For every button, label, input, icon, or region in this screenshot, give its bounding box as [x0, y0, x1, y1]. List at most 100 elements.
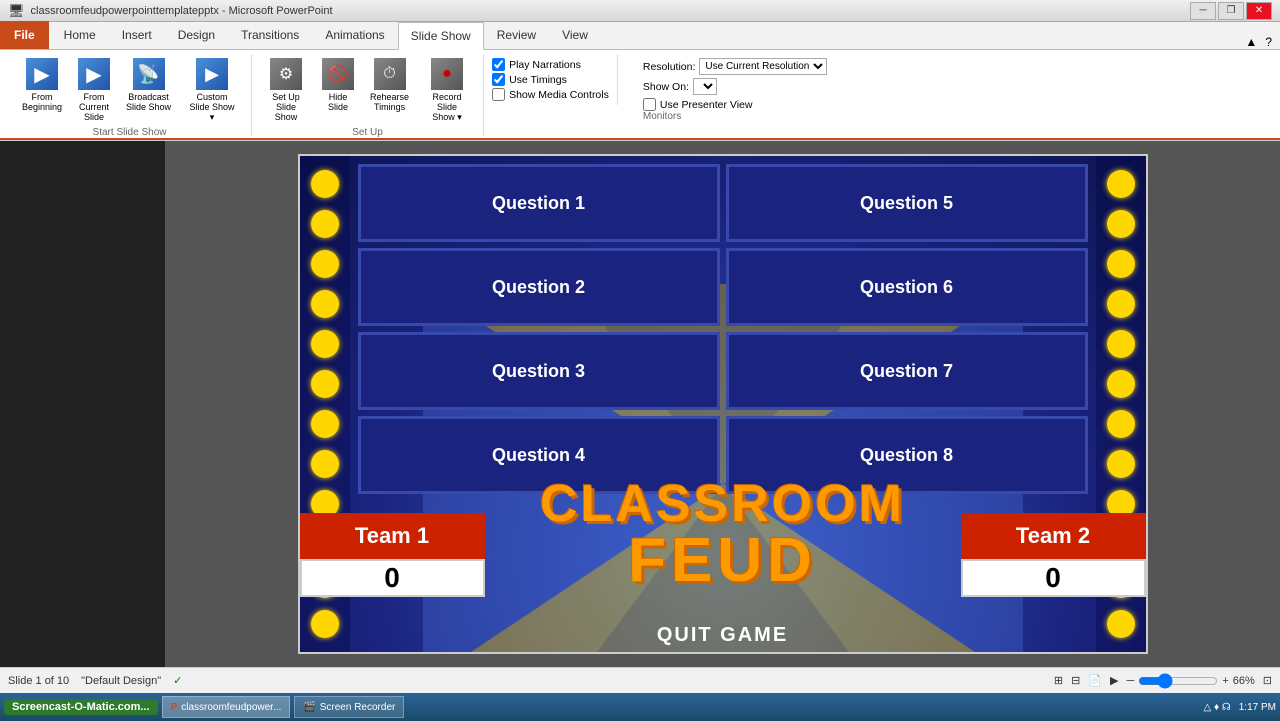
dot [311, 610, 339, 638]
monitors-group: Resolution: Use Current Resolution Show … [635, 54, 836, 126]
dot [1107, 290, 1135, 318]
dot [1107, 610, 1135, 638]
playback-options-group: Play Narrations Use Timings Show Media C… [484, 54, 618, 105]
title-bar-controls: ─ ❐ ✕ [1190, 2, 1272, 20]
view-slideshow-btn[interactable]: ▶ [1110, 674, 1118, 687]
custom-slide-show-button[interactable]: ▶ CustomSlide Show ▾ [181, 56, 243, 125]
taskbar: Screencast-O-Matic.com... P classroomfeu… [0, 693, 1280, 721]
show-media-controls-option[interactable]: Show Media Controls [492, 88, 609, 101]
dot [311, 450, 339, 478]
team1-box: Team 1 0 [300, 513, 485, 597]
tab-slide-show[interactable]: Slide Show [398, 22, 484, 50]
view-slide-sorter-btn[interactable]: ⊟ [1071, 674, 1080, 687]
status-bar-right: ⊞ ⊟ 📄 ▶ ─ + 66% ⊡ [1054, 673, 1272, 689]
from-beginning-button[interactable]: ▶ FromBeginning [16, 56, 68, 114]
minimize-ribbon-btn[interactable]: ▲ [1245, 35, 1257, 49]
question-6-button[interactable]: Question 6 [726, 248, 1088, 326]
tab-animations[interactable]: Animations [312, 21, 397, 49]
tab-file[interactable]: File [0, 21, 49, 49]
recorder-icon: 🎬 [303, 702, 315, 713]
play-narrations-checkbox[interactable] [492, 58, 505, 71]
dot [1107, 170, 1135, 198]
dot [1107, 410, 1135, 438]
tab-home[interactable]: Home [51, 21, 109, 49]
dot [311, 210, 339, 238]
status-bar: Slide 1 of 10 "Default Design" ✓ ⊞ ⊟ 📄 ▶… [0, 667, 1280, 693]
play-narrations-option[interactable]: Play Narrations [492, 58, 609, 71]
powerpoint-taskbar-item[interactable]: P classroomfeudpower... [162, 696, 291, 718]
resolution-select[interactable]: Use Current Resolution [699, 58, 827, 75]
show-media-checkbox[interactable] [492, 88, 505, 101]
zoom-in-btn[interactable]: + [1222, 675, 1228, 687]
fit-slide-btn[interactable]: ⊡ [1263, 674, 1272, 687]
ribbon-tabs: File Home Insert Design Transitions Anim… [0, 22, 1280, 50]
view-normal-btn[interactable]: ⊞ [1054, 674, 1063, 687]
dot [311, 370, 339, 398]
presenter-view-checkbox[interactable] [643, 98, 656, 111]
setup-slide-show-button[interactable]: ⚙ Set UpSlide Show [260, 56, 312, 124]
question-5-button[interactable]: Question 5 [726, 164, 1088, 242]
use-timings-option[interactable]: Use Timings [492, 73, 609, 86]
title-bar-left: 🖥 classroomfeudpowerpointtemplatepptx - … [8, 3, 333, 19]
setup-label: Set Up [352, 127, 383, 138]
tab-transitions[interactable]: Transitions [228, 21, 312, 49]
question-1-button[interactable]: Question 1 [358, 164, 720, 242]
dot [1107, 330, 1135, 358]
setup-group: ⚙ Set UpSlide Show 🚫 HideSlide ⏱ Rehears… [252, 54, 484, 136]
view-reading-btn[interactable]: 📄 [1088, 674, 1102, 687]
hide-slide-icon: 🚫 [322, 58, 354, 90]
zoom-level: 66% [1233, 675, 1255, 687]
ribbon: File Home Insert Design Transitions Anim… [0, 22, 1280, 141]
help-btn[interactable]: ? [1265, 35, 1272, 49]
broadcast-button[interactable]: 📡 BroadcastSlide Show [120, 56, 177, 114]
zoom-out-btn[interactable]: ─ [1127, 675, 1135, 687]
rehearse-timings-button[interactable]: ⏱ RehearseTimings [364, 56, 415, 114]
restore-button[interactable]: ❐ [1218, 2, 1244, 20]
clock: 1:17 PM [1239, 702, 1276, 713]
start-slideshow-buttons: ▶ FromBeginning ▶ FromCurrentSlide 📡 Bro… [16, 56, 243, 125]
from-beginning-icon: ▶ [26, 58, 58, 90]
close-button[interactable]: ✕ [1246, 2, 1272, 20]
team2-button[interactable]: Team 2 [961, 513, 1146, 559]
tab-review[interactable]: Review [484, 21, 549, 49]
show-on-row: Show On: [643, 78, 828, 95]
hide-slide-button[interactable]: 🚫 HideSlide [316, 56, 360, 114]
presenter-view-option[interactable]: Use Presenter View [643, 98, 828, 111]
title-bar: 🖥 classroomfeudpowerpointtemplatepptx - … [0, 0, 1280, 22]
slide-canvas: Question 1 Question 5 Question 2 Questio… [165, 141, 1280, 667]
question-3-button[interactable]: Question 3 [358, 332, 720, 410]
dot [311, 330, 339, 358]
main-area: Question 1 Question 5 Question 2 Questio… [0, 141, 1280, 667]
record-slide-show-button[interactable]: ● Record SlideShow ▾ [419, 56, 475, 125]
start-slideshow-label: Start Slide Show [93, 127, 167, 138]
minimize-button[interactable]: ─ [1190, 2, 1216, 20]
show-on-select[interactable] [693, 78, 717, 95]
rehearse-icon: ⏱ [374, 58, 406, 90]
setup-icon: ⚙ [270, 58, 302, 90]
dot [311, 170, 339, 198]
classroom-feud-title: CLASSROOM FEUD [540, 478, 905, 592]
tab-insert[interactable]: Insert [109, 21, 165, 49]
tab-view[interactable]: View [549, 21, 601, 49]
question-7-button[interactable]: Question 7 [726, 332, 1088, 410]
question-2-button[interactable]: Question 2 [358, 248, 720, 326]
feud-text: FEUD [540, 530, 905, 592]
use-timings-checkbox[interactable] [492, 73, 505, 86]
dot [1107, 210, 1135, 238]
from-current-slide-button[interactable]: ▶ FromCurrentSlide [72, 56, 116, 124]
slide: Question 1 Question 5 Question 2 Questio… [298, 154, 1148, 654]
team2-score: 0 [961, 559, 1146, 597]
tab-design[interactable]: Design [165, 21, 228, 49]
ribbon-content: ▶ FromBeginning ▶ FromCurrentSlide 📡 Bro… [0, 50, 1280, 140]
dot [1107, 250, 1135, 278]
zoom-slider[interactable] [1138, 673, 1218, 689]
dot [311, 410, 339, 438]
taskbar-right: △ ♦ ☊ 1:17 PM [1204, 702, 1276, 713]
classroom-text: CLASSROOM [540, 478, 905, 530]
theme-name: "Default Design" [81, 675, 161, 687]
screencast-btn[interactable]: Screencast-O-Matic.com... [4, 699, 158, 715]
team1-button[interactable]: Team 1 [300, 513, 485, 559]
ribbon-right-controls: ▲ ? [1237, 35, 1280, 49]
quit-game-button[interactable]: QUIT GAME [657, 624, 788, 647]
screen-recorder-taskbar-item[interactable]: 🎬 Screen Recorder [294, 696, 404, 718]
